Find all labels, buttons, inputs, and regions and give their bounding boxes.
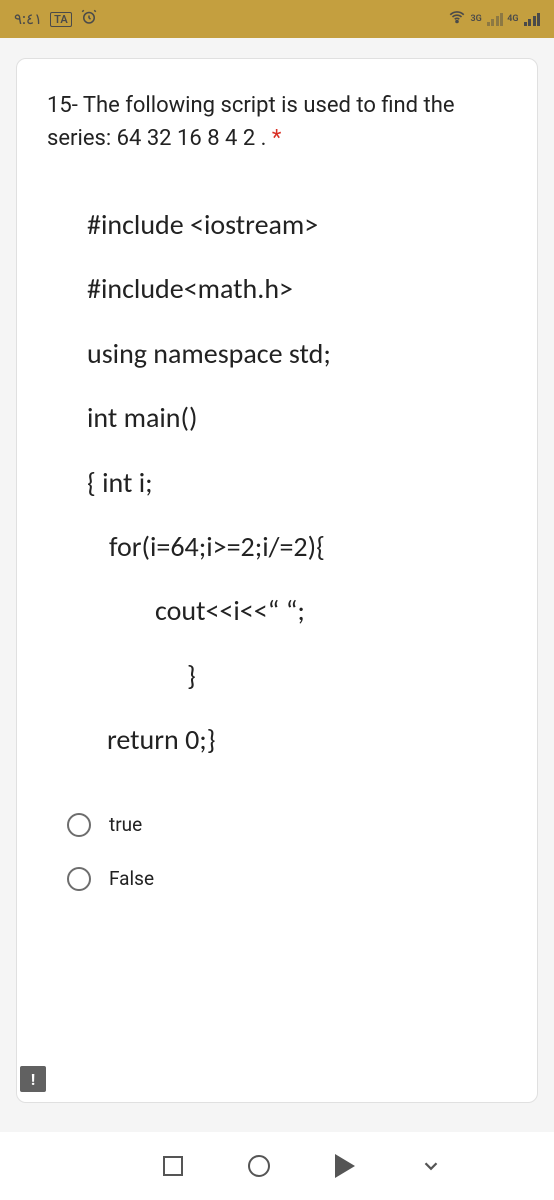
option-label-false: False (109, 867, 154, 890)
signal-bars-2 (524, 12, 541, 26)
square-icon (163, 1156, 183, 1176)
option-false[interactable]: False (67, 867, 507, 891)
question-title: 15- The following script is used to find… (47, 89, 507, 155)
radio-icon (67, 813, 91, 837)
feedback-button[interactable]: ! (20, 1066, 46, 1092)
status-left: ٩:٤١ TA (14, 8, 98, 30)
code-line-8: } (87, 644, 507, 708)
option-label-true: true (109, 813, 142, 836)
code-block: #include <iostream> #include<math.h> usi… (47, 193, 507, 773)
code-line-2: #include<math.h> (87, 257, 507, 321)
navigation-bar (0, 1132, 554, 1200)
clock-time: ٩:٤١ (14, 10, 42, 28)
chevron-down-icon (420, 1155, 442, 1177)
collapse-button[interactable] (418, 1153, 444, 1179)
code-line-7: cout<<i<<“ “; (87, 579, 507, 643)
triangle-icon (335, 1154, 355, 1178)
wifi-icon (448, 8, 466, 30)
back-button[interactable] (332, 1153, 358, 1179)
home-button[interactable] (246, 1153, 272, 1179)
code-line-3: using namespace std; (87, 322, 507, 386)
code-line-6: for(i=64;i>=2;i/=2){ (87, 515, 507, 579)
code-line-1: #include <iostream> (87, 193, 507, 257)
recent-apps-button[interactable] (160, 1153, 186, 1179)
question-text: 15- The following script is used to find… (47, 93, 455, 151)
options-group: true False (47, 813, 507, 891)
exclamation-icon: ! (31, 1070, 35, 1089)
code-line-5: { int i; (87, 451, 507, 515)
radio-icon (67, 867, 91, 891)
code-line-4: int main() (87, 386, 507, 450)
question-card: 15- The following script is used to find… (16, 58, 538, 1103)
language-badge: TA (50, 12, 72, 27)
network-label-2: 4G (507, 14, 518, 24)
code-line-9: return 0;} (87, 708, 507, 772)
network-label-1: 3G (470, 14, 481, 24)
circle-icon (248, 1155, 270, 1177)
signal-bars-1 (487, 12, 504, 26)
alarm-icon (80, 8, 98, 30)
status-bar: ٩:٤١ TA 3G 4G (0, 0, 554, 38)
status-right: 3G 4G (448, 8, 540, 30)
required-asterisk: * (272, 126, 281, 151)
option-true[interactable]: true (67, 813, 507, 837)
